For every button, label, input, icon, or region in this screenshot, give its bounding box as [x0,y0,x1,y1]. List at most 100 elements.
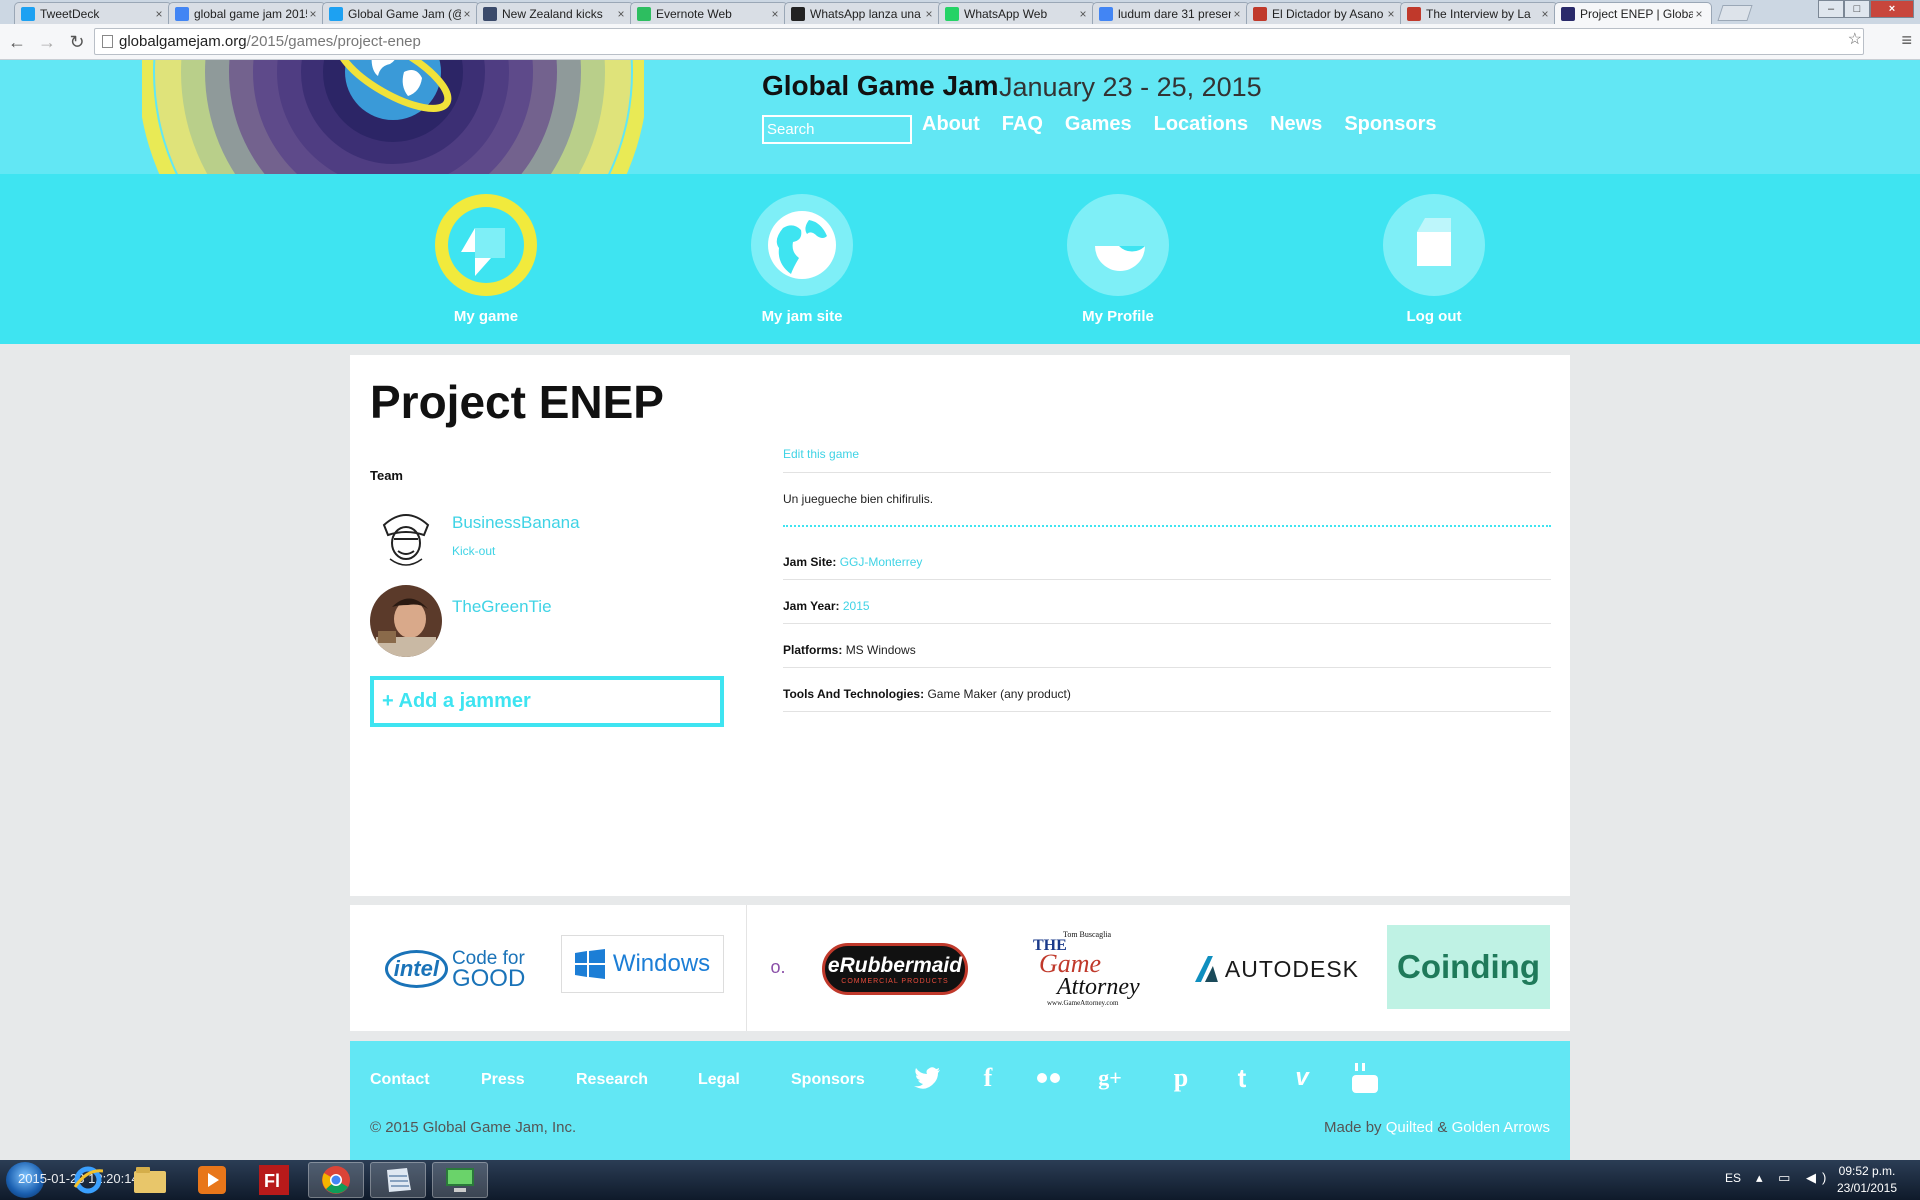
internet-explorer-icon[interactable] [60,1162,116,1198]
flash-icon[interactable]: Fl [246,1162,302,1198]
footer-link-sponsors[interactable]: Sponsors [791,1071,865,1089]
file-explorer-icon[interactable] [122,1162,178,1198]
sponsor-intel[interactable]: intel Code for GOOD [380,943,530,995]
nav-games[interactable]: Games [1065,113,1132,136]
nav-news[interactable]: News [1270,113,1322,136]
jam-site-link[interactable]: GGJ-Monterrey [840,555,923,569]
close-window-button[interactable]: × [1870,0,1914,18]
member-name[interactable]: TheGreenTie [452,597,552,617]
browser-tab[interactable]: TweetDeck × [14,2,172,24]
bookmark-star-icon[interactable]: ☆ [1848,29,1862,49]
vimeo-icon[interactable]: v [1287,1063,1317,1093]
browser-tab[interactable]: WhatsApp Web × [938,2,1096,24]
browser-menu-icon[interactable]: ≡ [1901,30,1912,51]
site-title[interactable]: Global Game Jam [762,70,999,102]
ggj-logo[interactable] [142,60,644,174]
close-tab-icon[interactable]: × [153,7,165,21]
attorney-attorney: Attorney [1057,973,1140,1000]
tools-field: Tools And Technologies: Game Maker (any … [783,687,1071,701]
erubbermaid-name: eRubbermaid [827,953,963,977]
copyright-text: © 2015 Global Game Jam, Inc. [370,1119,577,1136]
made-by-prefix: Made by [1324,1119,1382,1136]
close-tab-icon[interactable]: × [307,7,319,21]
sponsor-small-logo-icon[interactable]: o. [766,955,790,979]
avatar[interactable] [370,501,442,573]
footer-link-research[interactable]: Research [576,1071,648,1089]
footer-link-press[interactable]: Press [481,1071,525,1089]
browser-tab[interactable]: Evernote Web × [630,2,788,24]
close-tab-icon[interactable]: × [1077,7,1089,21]
browser-tab[interactable]: Project ENEP | Global Game Jam× [1554,2,1712,24]
footer-link-legal[interactable]: Legal [698,1071,740,1089]
nav-faq[interactable]: FAQ [1002,113,1043,136]
facebook-icon[interactable]: f [973,1063,1003,1093]
flickr-icon[interactable] [1034,1063,1064,1093]
browser-tab[interactable]: Global Game Jam (@ggj)× [322,2,480,24]
edit-game-link[interactable]: Edit this game [783,447,859,461]
browser-tab[interactable]: WhatsApp lanza una × [784,2,942,24]
made-by-credit: Made by Quilted & Golden Arrows [1324,1119,1550,1136]
sponsor-game-attorney[interactable]: Tom Buscaglia THE Game Attorney www.Game… [1033,923,1145,1013]
browser-tab[interactable]: New Zealand kicks × [476,2,634,24]
nav-about[interactable]: About [922,113,980,136]
browser-tab[interactable]: The Interview by La × [1400,2,1558,24]
windows-logo-icon [574,949,605,979]
jam-year-label: Jam Year: [783,599,840,613]
jam-site-label: Jam Site: [783,555,837,569]
close-tab-icon[interactable]: × [615,7,627,21]
quicklink-my-profile[interactable]: My Profile [1038,194,1198,325]
quicklink-log-out[interactable]: Log out [1354,194,1514,325]
twitter-icon[interactable] [912,1063,942,1093]
close-tab-icon[interactable]: × [1693,7,1705,21]
forward-button[interactable]: → [34,29,60,55]
footer-link-contact[interactable]: Contact [370,1071,430,1089]
close-tab-icon[interactable]: × [461,7,473,21]
close-tab-icon[interactable]: × [1539,7,1551,21]
sponsor-erubbermaid[interactable]: eRubbermaid COMMERCIAL PRODUCTS [822,943,968,995]
golden-arrows-link[interactable]: Golden Arrows [1452,1119,1550,1136]
member-name[interactable]: BusinessBanana [452,513,580,533]
notepad-icon[interactable] [370,1162,426,1198]
close-tab-icon[interactable]: × [769,7,781,21]
jam-year-link[interactable]: 2015 [843,599,870,613]
close-tab-icon[interactable]: × [923,7,935,21]
add-jammer-button[interactable]: + Add a jammer [370,676,724,727]
sponsor-coinding[interactable]: Coinding [1387,925,1550,1009]
browser-tab[interactable]: El Dictador by Asano × [1246,2,1404,24]
close-tab-icon[interactable]: × [1385,7,1397,21]
new-tab-button[interactable] [1717,5,1753,21]
quicklink-my-game[interactable]: My game [406,194,566,325]
media-player-icon[interactable] [184,1162,240,1198]
back-button[interactable]: ← [4,29,30,55]
language-indicator[interactable]: ES [1725,1171,1741,1185]
avatar[interactable] [370,585,442,657]
quilted-link[interactable]: Quilted [1386,1119,1434,1136]
address-path: /2015/games/project-enep [246,33,421,50]
system-clock[interactable]: 09:52 p.m. 23/01/2015 [1824,1163,1910,1197]
remote-desktop-icon[interactable] [432,1162,488,1198]
reload-button[interactable]: ↻ [64,29,90,55]
browser-tab[interactable]: ludum dare 31 presentation× [1092,2,1250,24]
address-domain: globalgamejam.org [119,33,247,50]
nav-sponsors[interactable]: Sponsors [1344,113,1436,136]
google-icon [175,6,189,21]
google-plus-icon[interactable]: g+ [1095,1063,1125,1093]
pinterest-icon[interactable]: p [1166,1063,1196,1093]
game-panel: Project ENEP Team BusinessBanana Kick-ou… [350,355,1570,896]
sponsor-autodesk[interactable]: AUTODESK [1193,949,1359,989]
quicklink-my-jam-site[interactable]: My jam site [722,194,882,325]
minimize-button[interactable]: – [1818,0,1844,18]
nav-locations[interactable]: Locations [1154,113,1248,136]
system-tray-icons[interactable]: ▴ ▭ ◀) [1756,1170,1832,1186]
maximize-button[interactable]: □ [1844,0,1870,18]
tumblr-icon[interactable]: t [1227,1063,1257,1093]
browser-tab[interactable]: global game jam 2015 × [168,2,326,24]
browser-toolbar: ← → ↻ globalgamejam.org/2015/games/proje… [0,24,1920,60]
address-bar[interactable]: globalgamejam.org/2015/games/project-ene… [94,28,1864,55]
youtube-icon[interactable] [1350,1063,1380,1093]
chrome-icon[interactable] [308,1162,364,1198]
search-input[interactable] [762,115,912,144]
kick-out-link[interactable]: Kick-out [452,544,495,558]
sponsor-windows[interactable]: Windows [561,935,724,993]
close-tab-icon[interactable]: × [1231,7,1243,21]
